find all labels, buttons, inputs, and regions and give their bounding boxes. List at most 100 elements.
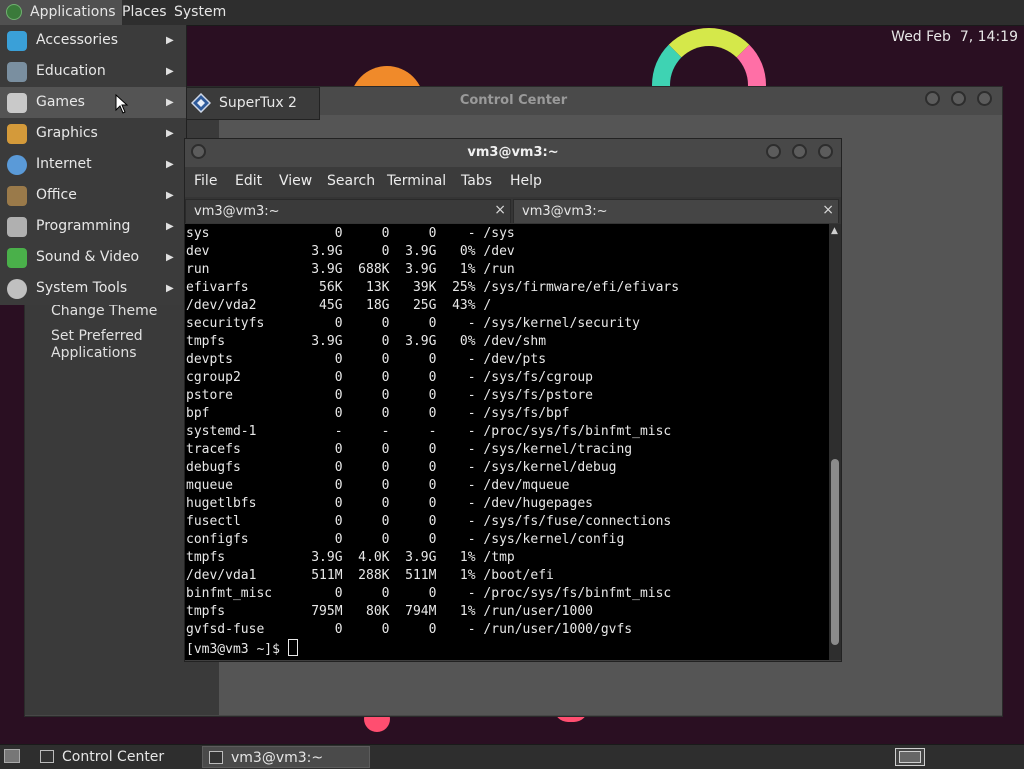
maximize-button[interactable] bbox=[792, 144, 807, 159]
games-icon bbox=[7, 93, 27, 113]
submenu-arrow-icon: ▶ bbox=[166, 128, 174, 139]
task-label: vm3@vm3:~ bbox=[231, 750, 324, 766]
terminal-line: run 3.9G 688K 3.9G 1% /run bbox=[186, 262, 515, 277]
workspace-switcher[interactable] bbox=[895, 748, 925, 766]
graphics-icon bbox=[7, 124, 27, 144]
close-button[interactable] bbox=[977, 91, 992, 106]
submenu-arrow-icon: ▶ bbox=[166, 190, 174, 201]
menu-item-programming[interactable]: Programming ▶ bbox=[0, 211, 186, 242]
menu-item-internet[interactable]: Internet ▶ bbox=[0, 149, 186, 180]
menu-view[interactable]: View bbox=[279, 173, 312, 189]
terminal-titlebar[interactable]: vm3@vm3:~ bbox=[185, 139, 841, 167]
menu-tabs[interactable]: Tabs bbox=[461, 173, 492, 189]
tab-label: vm3@vm3:~ bbox=[522, 204, 608, 219]
top-panel: Applications Places System Wed Feb 7, 14… bbox=[0, 0, 1024, 45]
terminal-line: pstore 0 0 0 - /sys/fs/pstore bbox=[186, 388, 593, 403]
menu-item-label: Graphics bbox=[36, 125, 98, 141]
games-submenu: SuperTux 2 bbox=[186, 87, 320, 120]
applications-menu-button[interactable]: Applications bbox=[0, 0, 122, 25]
terminal-line: hugetlbfs 0 0 0 - /dev/hugepages bbox=[186, 496, 593, 511]
menu-item-label: Office bbox=[36, 187, 77, 203]
scrollbar-thumb[interactable] bbox=[831, 459, 839, 645]
distro-logo-icon bbox=[6, 4, 22, 20]
system-menu-button[interactable]: System bbox=[168, 0, 232, 25]
menu-item-label: SuperTux 2 bbox=[219, 95, 297, 111]
menu-terminal[interactable]: Terminal bbox=[387, 173, 446, 189]
close-button[interactable] bbox=[818, 144, 833, 159]
terminal-scrollbar[interactable]: ▲ bbox=[829, 224, 841, 660]
submenu-arrow-icon: ▶ bbox=[166, 66, 174, 77]
minimize-button[interactable] bbox=[925, 91, 940, 106]
terminal-line: cgroup2 0 0 0 - /sys/fs/cgroup bbox=[186, 370, 593, 385]
internet-icon bbox=[7, 155, 27, 175]
set-preferred-applications-link[interactable]: Set Preferred Applications bbox=[51, 328, 143, 362]
terminal-line: configfs 0 0 0 - /sys/kernel/config bbox=[186, 532, 625, 547]
applications-menu: Accessories ▶ Education ▶ Games ▶ Graphi… bbox=[0, 25, 187, 305]
system-tools-icon bbox=[7, 279, 27, 299]
menu-item-sound-video[interactable]: Sound & Video ▶ bbox=[0, 242, 186, 273]
tab-label: vm3@vm3:~ bbox=[194, 204, 280, 219]
clock[interactable]: Wed Feb 7, 14:19 bbox=[867, 0, 1024, 45]
menu-item-graphics[interactable]: Graphics ▶ bbox=[0, 118, 186, 149]
terminal-window: vm3@vm3:~ File Edit View Search Terminal… bbox=[184, 138, 842, 662]
applications-label: Applications bbox=[30, 4, 116, 20]
submenu-arrow-icon: ▶ bbox=[166, 221, 174, 232]
taskbar-terminal[interactable]: vm3@vm3:~ bbox=[202, 746, 370, 768]
menu-file[interactable]: File bbox=[194, 173, 217, 189]
submenu-arrow-icon: ▶ bbox=[166, 159, 174, 170]
terminal-tab-bar: vm3@vm3:~ × vm3@vm3:~ × bbox=[185, 197, 841, 224]
terminal-tab[interactable]: vm3@vm3:~ × bbox=[513, 199, 839, 223]
menu-item-games[interactable]: Games ▶ bbox=[0, 87, 186, 118]
change-theme-link[interactable]: Change Theme bbox=[51, 303, 157, 320]
terminal-prompt[interactable]: [vm3@vm3 ~]$ bbox=[186, 639, 298, 659]
menu-item-supertux[interactable]: SuperTux 2 bbox=[187, 88, 319, 119]
maximize-button[interactable] bbox=[951, 91, 966, 106]
places-menu-button[interactable]: Places bbox=[116, 0, 173, 25]
terminal-line: sys 0 0 0 - /sys bbox=[186, 226, 515, 241]
terminal-line: tmpfs 795M 80K 794M 1% /run/user/1000 bbox=[186, 604, 593, 619]
tab-close-icon[interactable]: × bbox=[494, 202, 506, 218]
terminal-line: binfmt_misc 0 0 0 - /proc/sys/fs/binfmt_… bbox=[186, 586, 672, 601]
accessories-icon bbox=[7, 31, 27, 51]
menu-item-label: Accessories bbox=[36, 32, 119, 48]
control-center-icon bbox=[40, 750, 54, 763]
minimize-button[interactable] bbox=[766, 144, 781, 159]
terminal-line: debugfs 0 0 0 - /sys/kernel/debug bbox=[186, 460, 617, 475]
prompt-text: [vm3@vm3 ~]$ bbox=[186, 642, 288, 657]
menu-item-label: Internet bbox=[36, 156, 92, 172]
scroll-up-icon[interactable]: ▲ bbox=[831, 226, 838, 236]
system-label: System bbox=[174, 4, 227, 20]
menu-item-label: Games bbox=[36, 94, 85, 110]
terminal-line: /dev/vda2 45G 18G 25G 43% / bbox=[186, 298, 492, 313]
menu-item-office[interactable]: Office ▶ bbox=[0, 180, 186, 211]
menu-item-education[interactable]: Education ▶ bbox=[0, 56, 186, 87]
terminal-line: fusectl 0 0 0 - /sys/fs/fuse/connections bbox=[186, 514, 672, 529]
terminal-tab[interactable]: vm3@vm3:~ × bbox=[185, 199, 511, 223]
terminal-line: bpf 0 0 0 - /sys/fs/bpf bbox=[186, 406, 570, 421]
workspace-1[interactable] bbox=[899, 751, 921, 763]
menu-edit[interactable]: Edit bbox=[235, 173, 262, 189]
tab-close-icon[interactable]: × bbox=[822, 202, 834, 218]
bottom-panel: Control Center vm3@vm3:~ bbox=[0, 744, 1024, 769]
submenu-arrow-icon: ▶ bbox=[166, 252, 174, 263]
terminal-line: /dev/vda1 511M 288K 511M 1% /boot/efi bbox=[186, 568, 554, 583]
terminal-output[interactable]: sys 0 0 0 - /sys dev 3.9G 0 3.9G 0% /dev r… bbox=[185, 224, 829, 660]
places-label: Places bbox=[122, 4, 167, 20]
taskbar-control-center[interactable]: Control Center bbox=[34, 746, 196, 768]
sound-video-icon bbox=[7, 248, 27, 268]
terminal-line: efivarfs 56K 13K 39K 25% /sys/firmware/e… bbox=[186, 280, 680, 295]
terminal-line: dev 3.9G 0 3.9G 0% /dev bbox=[186, 244, 515, 259]
menu-item-label: Education bbox=[36, 63, 106, 79]
submenu-arrow-icon: ▶ bbox=[166, 283, 174, 294]
submenu-arrow-icon: ▶ bbox=[166, 35, 174, 46]
menu-item-system-tools[interactable]: System Tools ▶ bbox=[0, 273, 186, 304]
menu-help[interactable]: Help bbox=[510, 173, 542, 189]
terminal-line: tmpfs 3.9G 4.0K 3.9G 1% /tmp bbox=[186, 550, 515, 565]
menu-item-label: Programming bbox=[36, 218, 131, 234]
terminal-menubar: File Edit View Search Terminal Tabs Help bbox=[185, 167, 841, 197]
window-title: vm3@vm3:~ bbox=[467, 145, 559, 160]
show-desktop-icon[interactable] bbox=[4, 749, 20, 763]
menu-item-accessories[interactable]: Accessories ▶ bbox=[0, 25, 186, 56]
terminal-line: mqueue 0 0 0 - /dev/mqueue bbox=[186, 478, 570, 493]
menu-search[interactable]: Search bbox=[327, 173, 375, 189]
